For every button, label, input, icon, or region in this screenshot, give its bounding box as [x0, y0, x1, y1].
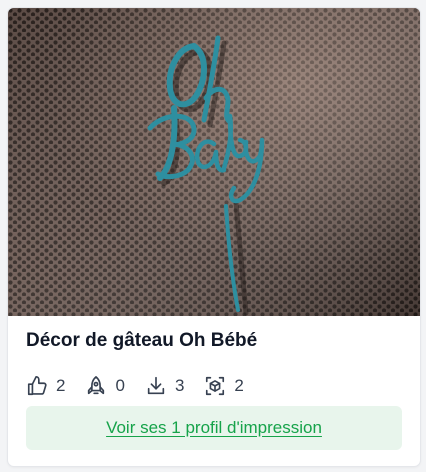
thumbs-up-icon [26, 375, 48, 397]
model-card[interactable]: Décor de gâteau Oh Bébé 2 0 3 2 Voir ses… [8, 8, 420, 466]
boosts-count: 0 [115, 376, 125, 395]
boosts-stat[interactable]: 0 [85, 375, 125, 397]
prints-stat[interactable]: 2 [204, 375, 244, 397]
downloads-count: 3 [174, 376, 185, 395]
downloads-stat[interactable]: 3 [145, 375, 184, 397]
view-print-profiles-label[interactable]: Voir ses 1 profil d'impression [106, 418, 322, 438]
model-thumbnail[interactable] [8, 8, 420, 316]
likes-stat[interactable]: 2 [26, 375, 65, 397]
model-title[interactable]: Décor de gâteau Oh Bébé [26, 330, 257, 352]
view-print-profiles-button[interactable]: Voir ses 1 profil d'impression [26, 406, 402, 450]
stats-bar: 2 0 3 2 [26, 374, 264, 398]
rocket-icon [85, 375, 107, 397]
thumbnail-image [8, 8, 420, 316]
download-icon [145, 375, 167, 397]
likes-count: 2 [56, 376, 66, 395]
cube-icon [204, 375, 226, 397]
prints-count: 2 [234, 376, 244, 395]
